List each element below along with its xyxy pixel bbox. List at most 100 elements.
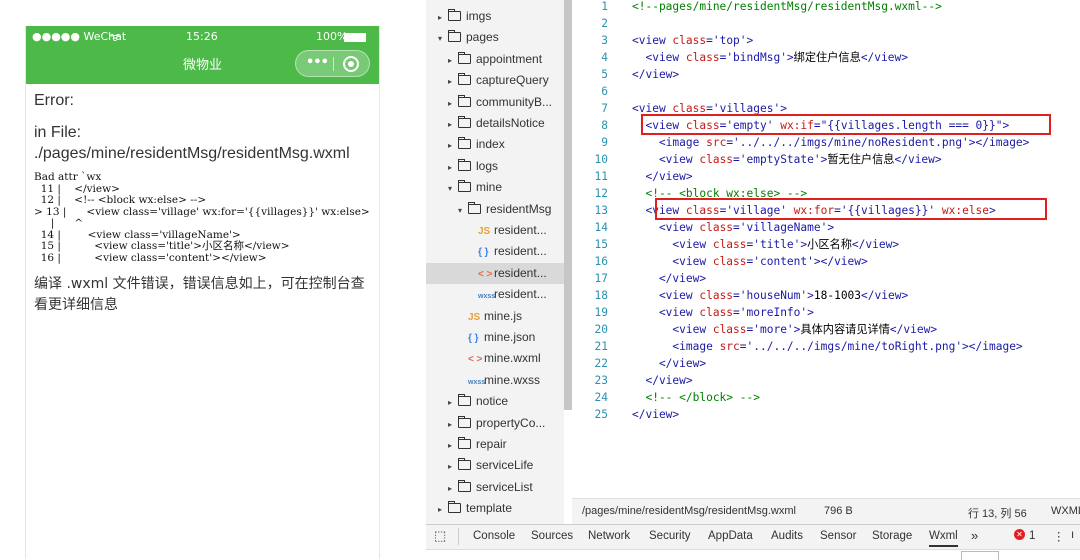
tree-item-label: resident... — [494, 287, 547, 302]
caret-right-icon[interactable]: ▸ — [438, 7, 448, 27]
error-count[interactable]: 1 — [1029, 530, 1035, 542]
file-tree-scrollbar[interactable] — [564, 0, 572, 410]
line-number: 12 — [594, 187, 608, 200]
code-line[interactable]: 24 <!-- </block> --> — [572, 389, 1080, 406]
caret-right-icon[interactable]: ▸ — [448, 478, 458, 498]
tree-item[interactable]: ▸ serviceList — [426, 477, 564, 498]
code-line[interactable]: 19 <view class='moreInfo'> — [572, 304, 1080, 321]
tree-item[interactable]: ▸ index — [426, 134, 564, 155]
tab-audits[interactable]: Audits — [771, 530, 803, 542]
code-line[interactable]: 23 </view> — [572, 372, 1080, 389]
code-line[interactable]: 6 — [572, 83, 1080, 100]
tab-network[interactable]: Network — [588, 530, 630, 542]
capsule-menu[interactable]: ••• — [295, 50, 370, 77]
editor-status-bar: /pages/mine/residentMsg/residentMsg.wxml… — [572, 498, 1080, 525]
code-line[interactable]: 11 </view> — [572, 168, 1080, 185]
line-number: 1 — [601, 0, 608, 13]
tree-item[interactable]: ▾ pages — [426, 27, 564, 48]
tree-item[interactable]: ▾ residentMsg — [426, 199, 564, 220]
tree-item[interactable]: wxssmine.wxss — [426, 370, 564, 391]
tree-item[interactable]: ▸ serviceLife — [426, 455, 564, 476]
more-dots-icon[interactable]: ••• — [306, 55, 329, 70]
caret-right-icon[interactable]: ▸ — [448, 50, 458, 70]
code-line[interactable]: 1 <!--pages/mine/residentMsg/residentMsg.… — [572, 0, 1080, 15]
tree-item[interactable]: ▸ logs — [426, 156, 564, 177]
error-icon[interactable]: ✕ — [1014, 529, 1025, 540]
inspect-icon[interactable]: ⬚ — [434, 528, 446, 544]
code-line[interactable]: 14 <view class='villageName'> — [572, 219, 1080, 236]
devtools-content — [426, 549, 1080, 560]
caret-right-icon[interactable]: ▸ — [448, 114, 458, 134]
code-line[interactable]: 9 <image src='../../../imgs/mine/noResid… — [572, 134, 1080, 151]
tree-item[interactable]: ▸ propertyCo... — [426, 413, 564, 434]
json-file-icon: { } — [478, 247, 489, 259]
line-number: 3 — [601, 34, 608, 47]
code-token: <view — [632, 34, 673, 47]
tab-console[interactable]: Console — [473, 530, 515, 542]
caret-right-icon[interactable]: ▸ — [448, 71, 458, 91]
code-line[interactable]: 22 </view> — [572, 355, 1080, 372]
close-target-icon[interactable] — [343, 56, 359, 72]
tree-item[interactable]: ▸ captureQuery — [426, 70, 564, 91]
code-line[interactable]: 20 <view class='more'>具体内容请见详情</view> — [572, 321, 1080, 338]
error-message: 编译 .wxml 文件错误，错误信息如上，可在控制台查看更详细信息 — [34, 276, 365, 313]
folder-icon — [458, 73, 471, 86]
tree-item[interactable]: < > resident... — [426, 262, 564, 284]
dock-icon[interactable]: ı — [1071, 529, 1080, 543]
caret-down-icon[interactable]: ▾ — [458, 200, 468, 220]
caret-right-icon[interactable]: ▸ — [448, 456, 458, 476]
tab-appdata[interactable]: AppData — [708, 530, 753, 542]
code-line[interactable]: 15 <view class='title'>小区名称</view> — [572, 236, 1080, 253]
code-token: <view — [632, 153, 700, 166]
tree-item[interactable]: ▸ template — [426, 498, 564, 519]
tree-item[interactable]: ▸ detailsNotice — [426, 113, 564, 134]
caret-right-icon[interactable]: ▸ — [448, 135, 458, 155]
language-mode[interactable]: WXML — [1051, 505, 1080, 517]
code-line[interactable]: 3 <view class='top'> — [572, 32, 1080, 49]
tree-item[interactable]: ▾ mine — [426, 177, 564, 198]
tree-item[interactable]: wxssresident... — [426, 284, 564, 305]
code-line[interactable]: 25 </view> — [572, 406, 1080, 423]
code-line[interactable]: 17 </view> — [572, 270, 1080, 287]
tree-item[interactable]: < > mine.wxml — [426, 348, 564, 369]
file-tree: ▸ imgs ▾ pages ▸ appointment ▸ captureQuery ▸ com… — [426, 0, 564, 524]
code-token: ='moreInfo'> — [733, 306, 814, 319]
code-line[interactable]: 4 <view class='bindMsg'>绑定住户信息</view> — [572, 49, 1080, 66]
tree-item[interactable]: { } resident... — [426, 241, 564, 262]
line-number: 22 — [594, 357, 608, 370]
caret-right-icon[interactable]: ▸ — [448, 435, 458, 455]
caret-right-icon[interactable]: ▸ — [448, 414, 458, 434]
code-line[interactable]: 16 <view class='content'></view> — [572, 253, 1080, 270]
code-token: 具体内容请见详情 — [800, 323, 890, 336]
code-token: </view> — [632, 170, 693, 183]
line-number: 15 — [594, 238, 608, 251]
line-number: 9 — [601, 136, 608, 149]
code-line[interactable]: 21 <image src='../../../imgs/mine/toRigh… — [572, 338, 1080, 355]
caret-down-icon[interactable]: ▾ — [438, 28, 448, 48]
tree-item[interactable]: ▸ notice — [426, 391, 564, 412]
caret-right-icon[interactable]: ▸ — [448, 93, 458, 113]
tab-security[interactable]: Security — [649, 530, 691, 542]
tree-item[interactable]: ▸ repair — [426, 434, 564, 455]
tree-item[interactable]: JS mine.js — [426, 306, 564, 327]
caret-right-icon[interactable]: ▸ — [448, 392, 458, 412]
more-tabs-icon[interactable]: » — [971, 528, 978, 543]
code-line[interactable]: 5 </view> — [572, 66, 1080, 83]
tab-storage[interactable]: Storage — [872, 530, 912, 542]
caret-right-icon[interactable]: ▸ — [438, 499, 448, 519]
tab-wxml[interactable]: Wxml — [929, 530, 958, 547]
tree-item[interactable]: ▸ appointment — [426, 49, 564, 70]
code-line[interactable]: 2 — [572, 15, 1080, 32]
tree-item[interactable]: ▸ communityB... — [426, 92, 564, 113]
code-editor[interactable]: 1 <!--pages/mine/residentMsg/residentMsg.… — [572, 0, 1080, 498]
caret-right-icon[interactable]: ▸ — [448, 157, 458, 177]
menu-icon[interactable]: ⋮ — [1053, 529, 1065, 543]
tree-item[interactable]: { } mine.json — [426, 327, 564, 348]
tree-item[interactable]: ▸ imgs — [426, 6, 564, 27]
tab-sensor[interactable]: Sensor — [820, 530, 856, 542]
code-line[interactable]: 10 <view class='emptyState'>暂无住户信息</view… — [572, 151, 1080, 168]
caret-down-icon[interactable]: ▾ — [448, 178, 458, 198]
tree-item[interactable]: JS resident... — [426, 220, 564, 241]
code-line[interactable]: 18 <view class='houseNum'>18-1003</view> — [572, 287, 1080, 304]
tab-sources[interactable]: Sources — [531, 530, 573, 542]
